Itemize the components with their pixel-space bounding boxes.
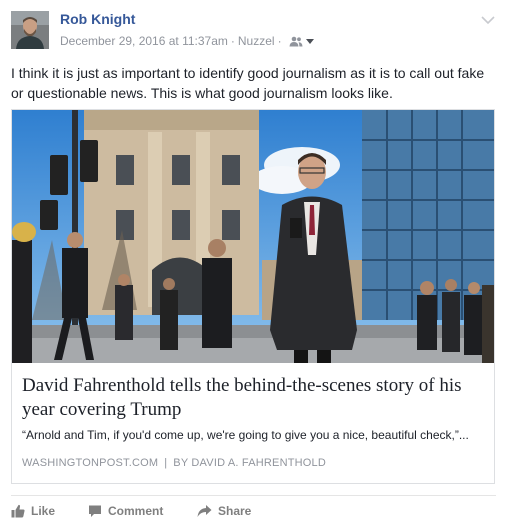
caret-down-icon[interactable] <box>305 33 314 47</box>
source-separator: | <box>164 457 168 469</box>
comment-button[interactable]: Comment <box>88 499 163 523</box>
link-description: “Arnold and Tim, if you'd come up, we're… <box>22 428 469 442</box>
comment-label: Comment <box>108 504 164 518</box>
feed-post: Rob Knight December 29, 2016 at 11:37am ·… <box>0 0 507 526</box>
meta-separator: · <box>277 34 282 48</box>
share-arrow-icon <box>197 505 212 517</box>
link-byline[interactable]: BY DAVID A. FAHRENTHOLD <box>173 457 326 469</box>
like-button[interactable]: Like <box>11 499 55 523</box>
comment-icon <box>89 505 101 517</box>
post-options-button[interactable] <box>481 12 495 25</box>
link-domain: WASHINGTONPOST.COM <box>22 457 159 469</box>
link-title[interactable]: David Fahrenthold tells the behind-the-s… <box>22 374 484 422</box>
thumbs-up-icon <box>11 504 25 518</box>
chevron-down-icon <box>481 16 495 25</box>
share-button[interactable]: Share <box>197 499 251 523</box>
like-label: Like <box>31 504 56 518</box>
link-preview-image[interactable] <box>12 110 494 363</box>
avatar[interactable] <box>11 11 49 49</box>
post-text: I think it is just as important to ident… <box>11 65 485 101</box>
post-meta: December 29, 2016 at 11:37am · Nuzzel · <box>60 33 314 50</box>
friends-icon[interactable] <box>289 36 303 50</box>
link-preview-card[interactable]: David Fahrenthold tells the behind-the-s… <box>11 109 495 484</box>
post-app-link[interactable]: Nuzzel <box>238 34 275 48</box>
meta-separator: · <box>230 34 235 48</box>
link-source: WASHINGTONPOST.COM | BY DAVID A. FAHRENTHO… <box>22 457 326 469</box>
share-label: Share <box>218 504 252 518</box>
post-timestamp[interactable]: December 29, 2016 at 11:37am <box>60 34 228 48</box>
post-author-link[interactable]: Rob Knight <box>60 11 135 27</box>
action-divider <box>11 495 496 496</box>
